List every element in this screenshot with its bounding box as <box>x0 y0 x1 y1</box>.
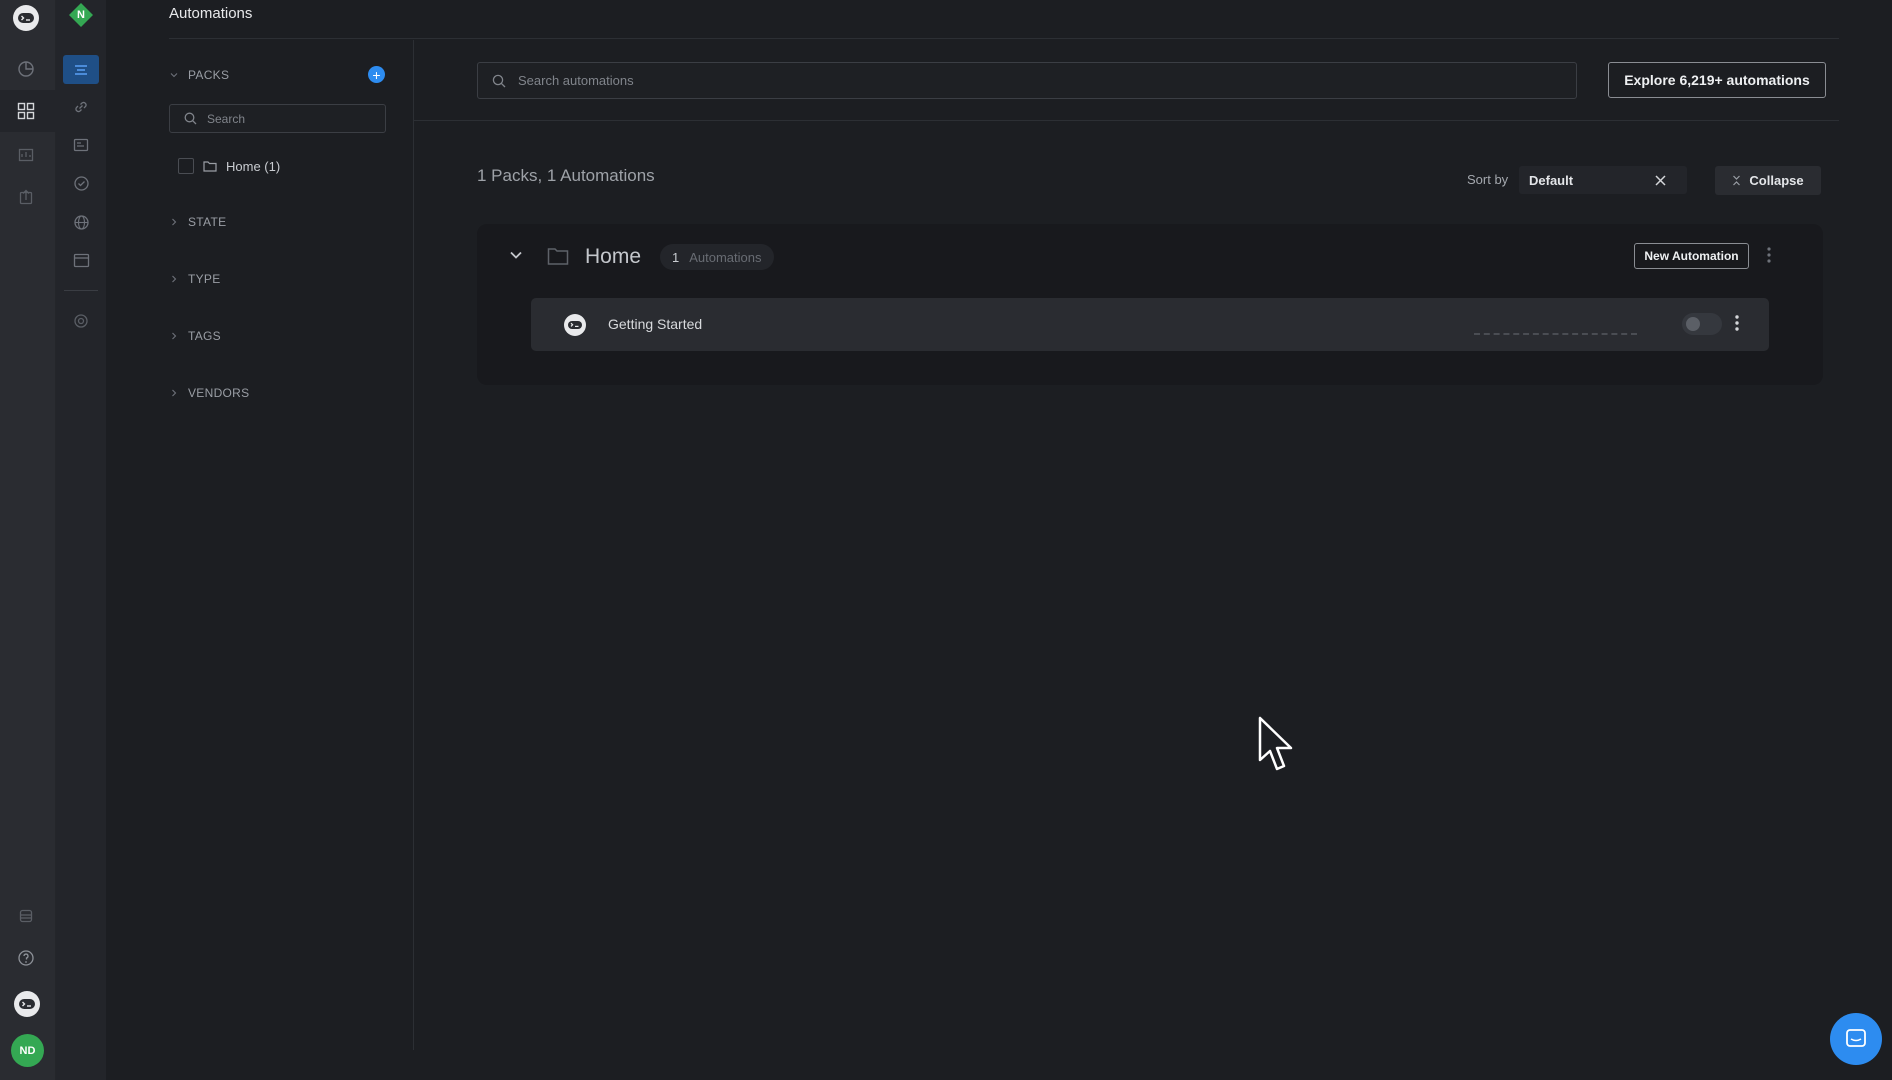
folder-icon <box>547 246 569 266</box>
mouse-cursor-icon <box>1258 716 1296 774</box>
reports-icon[interactable] <box>14 143 38 167</box>
automation-search-input[interactable]: Search automations <box>477 62 1577 99</box>
pack-count-label: Automations <box>689 249 762 265</box>
chevron-down-icon[interactable] <box>509 248 523 262</box>
section-label: VENDORS <box>188 386 250 400</box>
page-title: Automations <box>169 5 253 22</box>
section-vendors[interactable]: VENDORS <box>170 386 249 400</box>
storage-icon[interactable] <box>14 904 38 928</box>
new-automation-button[interactable]: New Automation <box>1634 243 1749 269</box>
more-vertical-icon[interactable] <box>1767 246 1771 264</box>
header-divider <box>169 38 1839 39</box>
section-label: STATE <box>188 215 227 229</box>
rail-divider <box>64 290 98 291</box>
pack-filter-home[interactable]: Home (1) <box>178 158 280 174</box>
user-initials: ND <box>19 1044 36 1057</box>
search-placeholder: Search <box>207 111 246 126</box>
search-icon <box>184 112 197 125</box>
folder-icon <box>203 161 217 172</box>
globe-icon[interactable] <box>69 210 93 234</box>
section-label: PACKS <box>188 68 230 82</box>
automation-logo-icon <box>563 313 587 337</box>
pack-filter-label: Home (1) <box>226 158 281 174</box>
target-icon[interactable] <box>69 309 93 333</box>
pack-count: 1 <box>672 249 680 265</box>
clear-sort-icon[interactable] <box>1652 172 1668 188</box>
primary-rail: ND <box>0 0 56 1080</box>
chevron-right-icon <box>172 389 177 397</box>
chat-icon <box>1846 1029 1866 1047</box>
collapse-icon <box>1733 175 1741 186</box>
filter-panel: PACKS + Search Home (1) STATE TYPE TAGS … <box>106 40 414 1050</box>
pack-checkbox[interactable] <box>178 158 194 174</box>
list-icon[interactable] <box>63 55 99 84</box>
toolbar-divider <box>413 120 1839 121</box>
assistant-icon[interactable] <box>13 990 41 1018</box>
section-tags[interactable]: TAGS <box>170 329 221 343</box>
chevron-right-icon <box>172 275 177 283</box>
sort-by-label: Sort by <box>1467 172 1509 187</box>
chevron-right-icon <box>172 332 177 340</box>
automation-name: Getting Started <box>608 316 703 332</box>
automation-toggle[interactable] <box>1682 313 1722 335</box>
link-icon[interactable] <box>69 95 93 119</box>
chat-support-button[interactable] <box>1830 1013 1882 1065</box>
search-icon <box>492 74 506 87</box>
sort-value: Default <box>1529 172 1574 188</box>
results-summary: 1 Packs, 1 Automations <box>477 166 655 185</box>
collapse-button[interactable]: Collapse <box>1715 166 1821 195</box>
secondary-rail: N <box>56 0 106 1080</box>
section-type[interactable]: TYPE <box>170 272 221 286</box>
window-icon[interactable] <box>69 248 93 272</box>
help-icon[interactable] <box>14 946 38 970</box>
toggle-knob <box>1686 317 1700 331</box>
pack-count-badge: 1 Automations <box>660 244 774 270</box>
automations-icon[interactable] <box>14 99 38 123</box>
add-pack-button[interactable]: + <box>368 66 385 83</box>
chevron-right-icon <box>172 218 177 226</box>
chevron-down-icon <box>170 73 178 78</box>
explore-automations-button[interactable]: Explore 6,219+ automations <box>1608 62 1826 98</box>
pack-search-input[interactable]: Search <box>169 104 386 133</box>
section-label: TAGS <box>188 329 221 343</box>
automation-activity-placeholder <box>1474 333 1637 335</box>
automation-row[interactable]: Getting Started <box>531 298 1769 351</box>
more-vertical-icon[interactable] <box>1735 313 1739 333</box>
workspace-badge[interactable]: N <box>68 2 94 28</box>
search-placeholder: Search automations <box>518 73 634 88</box>
export-icon[interactable] <box>14 185 38 209</box>
section-state[interactable]: STATE <box>170 215 226 229</box>
collapse-label: Collapse <box>1749 173 1804 188</box>
user-avatar[interactable]: ND <box>11 1034 44 1067</box>
id-icon[interactable] <box>69 133 93 157</box>
section-label: TYPE <box>188 272 221 286</box>
workspace-initial: N <box>77 9 85 21</box>
section-packs[interactable]: PACKS <box>170 68 229 82</box>
app-logo-icon[interactable] <box>12 4 40 32</box>
dashboard-icon[interactable] <box>14 57 38 81</box>
check-badge-icon[interactable] <box>69 171 93 195</box>
pack-name: Home <box>585 245 642 268</box>
